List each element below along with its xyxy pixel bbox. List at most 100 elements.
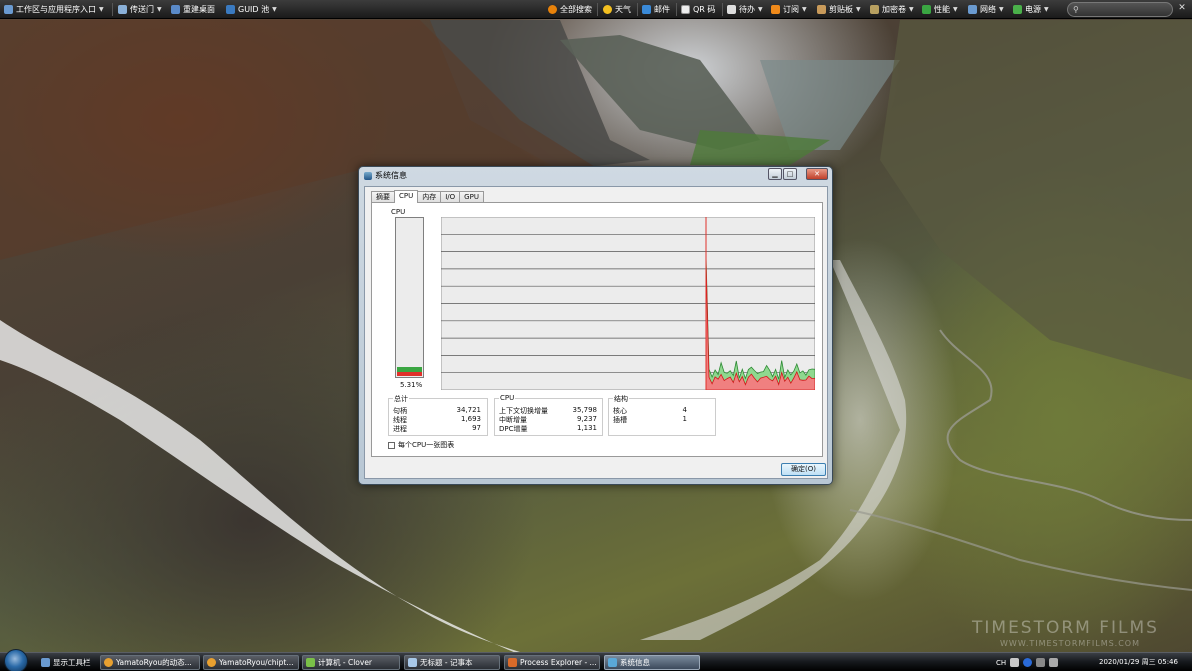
wallpaper-watermark: TIMESTORM FILMS <box>972 618 1159 638</box>
totals-handles-value: 34,721 <box>456 406 482 414</box>
toolbar-item-guid-pool[interactable]: GUID 池 ▼ <box>226 0 277 19</box>
toolbar-item-label: 天气 <box>615 5 631 14</box>
language-indicator[interactable]: CH <box>996 659 1006 667</box>
tab-cpu[interactable]: CPU <box>394 190 419 203</box>
taskbar: 显示工具栏 YamatoRyou的动态... YamatoRyou/chipt.… <box>0 649 1192 671</box>
toolbar-item-label: 邮件 <box>654 5 670 14</box>
start-button[interactable] <box>4 649 28 671</box>
close-icon[interactable]: ✕ <box>1176 3 1188 16</box>
checkbox-box[interactable] <box>388 441 395 449</box>
per-cpu-graph-checkbox[interactable]: 每个CPU一张图表 <box>388 440 454 450</box>
toolbar-item-weather[interactable]: 天气 <box>603 0 631 19</box>
wallpaper-watermark-url: WWW.TIMESTORMFILMS.COM <box>1000 639 1141 648</box>
toolbar-item-label: 电源 <box>1025 5 1041 14</box>
toolbar-item-label: 工作区与应用程序入口 <box>16 5 96 14</box>
taskbar-show-toolbar[interactable]: 显示工具栏 <box>38 655 96 670</box>
task-label: Process Explorer - ... <box>520 658 597 667</box>
search-icon: ⚲ <box>1073 5 1079 14</box>
interrupts-value: 9,237 <box>576 415 597 423</box>
toolbar-item-label: GUID 池 <box>238 5 270 14</box>
taskbar-clock[interactable]: 2020/01/29 周三 05:46 <box>1099 657 1178 667</box>
minimize-button[interactable]: ▁ <box>768 168 782 180</box>
totals-threads-value: 1,693 <box>460 415 481 423</box>
toolbar-item-mail[interactable]: 邮件 <box>642 0 670 19</box>
toolbar-item-search-all[interactable]: 全部搜索 <box>548 0 592 19</box>
folder-icon <box>306 658 315 667</box>
toolbar-item-network[interactable]: 网络 ▼ <box>968 0 1004 19</box>
toolbar-item-label: 剪贴板 <box>829 5 853 14</box>
cpu-usage-meter <box>395 217 424 378</box>
toolbar-item-clipboard[interactable]: 剪贴板 ▼ <box>817 0 861 19</box>
toolbar-item-subscribe[interactable]: 订阅 ▼ <box>771 0 807 19</box>
toolbar-item-power[interactable]: 电源 ▼ <box>1013 0 1049 19</box>
cpu-usage-percent: 5.31% <box>400 381 423 389</box>
toolbar-item-workspace[interactable]: 工作区与应用程序入口 ▼ <box>4 0 104 19</box>
toolbar-item-label: 性能 <box>934 5 950 14</box>
toolbar-item-qr-code[interactable]: QR 码 <box>681 0 715 19</box>
sockets-label: 插槽 <box>613 416 627 424</box>
rss-icon <box>771 5 780 14</box>
taskbar-task-notepad[interactable]: 无标题 - 记事本 <box>404 655 500 670</box>
search-input[interactable]: ⚲ <box>1067 2 1173 17</box>
sysinfo-icon <box>608 658 617 667</box>
cores-value: 4 <box>682 406 687 414</box>
volume-icon[interactable] <box>1049 658 1059 667</box>
dpc-label: DPC增量 <box>499 425 528 433</box>
task-label: 无标题 - 记事本 <box>420 658 473 667</box>
cpu-meter-label: CPU <box>391 208 406 216</box>
chevron-down-icon: ▼ <box>802 6 807 13</box>
toolbar-item-label: 网络 <box>980 5 996 14</box>
taskbar-task-browser-1[interactable]: YamatoRyou的动态... <box>100 655 200 670</box>
close-button[interactable]: ✕ <box>806 168 828 180</box>
task-label: 计算机 - Clover <box>318 658 373 667</box>
toolbar-item-performance[interactable]: 性能 ▼ <box>922 0 958 19</box>
clipboard-icon <box>817 5 826 14</box>
weather-icon <box>603 5 612 14</box>
sysinfo-icon <box>364 172 372 180</box>
todo-icon <box>727 5 736 14</box>
search-icon <box>548 5 557 14</box>
sockets-value: 1 <box>682 415 687 423</box>
structure-group: 结构 核心 4 插槽 1 <box>608 394 716 436</box>
toolbar-item-encrypted-volume[interactable]: 加密卷 ▼ <box>870 0 914 19</box>
portal-icon <box>118 5 127 14</box>
per-cpu-graph-label: 每个CPU一张图表 <box>398 441 455 449</box>
chevron-down-icon: ▼ <box>953 6 958 13</box>
system-info-window: 系统信息 ▁ □ ✕ 摘要 CPU 内存 I/O GPU CPU 5.31% 总… <box>358 166 833 485</box>
help-icon[interactable] <box>1023 658 1033 667</box>
taskbar-task-computer[interactable]: 计算机 - Clover <box>302 655 400 670</box>
encrypt-icon <box>870 5 879 14</box>
toolbar-item-rebuild-desktop[interactable]: 重建桌面 <box>171 0 215 19</box>
cpu-stats-group-title: CPU <box>499 394 516 402</box>
chevron-down-icon: ▼ <box>856 6 861 13</box>
toolbar-item-label: 订阅 <box>783 5 799 14</box>
taskbar-task-system-info[interactable]: 系统信息 <box>604 655 700 670</box>
totals-group-title: 总计 <box>393 394 409 404</box>
toolbar-item-label: 重建桌面 <box>183 5 215 14</box>
ok-button[interactable]: 确定(O) <box>781 463 826 476</box>
task-label: YamatoRyou的动态... <box>116 658 192 667</box>
maximize-button[interactable]: □ <box>783 168 797 180</box>
taskbar-task-browser-2[interactable]: YamatoRyou/chipt... <box>203 655 299 670</box>
toolbar-icon <box>41 658 50 667</box>
toolbar-item-label: 待办 <box>739 5 755 14</box>
network-icon[interactable] <box>1036 658 1046 667</box>
toolbar-item-portal[interactable]: 传送门 ▼ <box>118 0 162 19</box>
performance-icon <box>922 5 931 14</box>
chevron-down-icon: ▼ <box>999 6 1004 13</box>
toolbar-item-label: 加密卷 <box>882 5 906 14</box>
chevron-down-icon: ▼ <box>1044 6 1049 13</box>
keyboard-icon[interactable] <box>1010 658 1020 667</box>
chevron-down-icon: ▼ <box>272 6 277 13</box>
taskbar-task-process-explorer[interactable]: Process Explorer - ... <box>504 655 600 670</box>
totals-group: 总计 句柄 34,721 线程 1,693 进程 97 <box>388 394 488 436</box>
monitor-icon <box>171 5 180 14</box>
system-tray: CH <box>996 655 1059 670</box>
window-title: 系统信息 <box>375 171 407 180</box>
totals-processes-label: 进程 <box>393 425 407 433</box>
task-label: 系统信息 <box>620 658 650 667</box>
window-client-area: 摘要 CPU 内存 I/O GPU CPU 5.31% 总计 句柄 34,721… <box>364 186 828 479</box>
power-icon <box>1013 5 1022 14</box>
toolbar-item-todo[interactable]: 待办 ▼ <box>727 0 763 19</box>
totals-processes-value: 97 <box>472 424 481 432</box>
